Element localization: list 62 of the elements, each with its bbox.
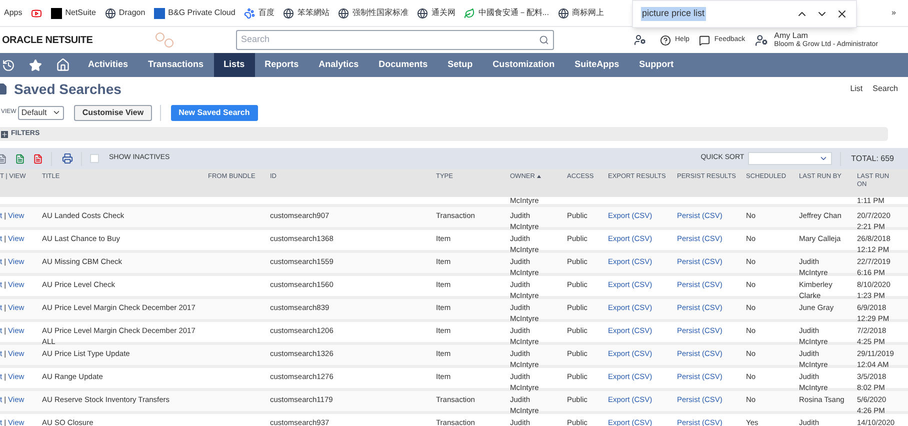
nav-tab[interactable]: Lists	[214, 53, 255, 77]
leaf-icon	[464, 8, 476, 18]
star-icon[interactable]	[29, 58, 42, 72]
recent-icon[interactable]	[2, 58, 15, 72]
more-bookmarks[interactable]: »	[892, 7, 904, 19]
speech-bubble-icon	[699, 34, 710, 46]
bookmark[interactable]: 笨笨網站	[283, 7, 330, 19]
globe-icon	[283, 8, 294, 18]
globe-icon	[338, 8, 350, 18]
search-input[interactable]: Search	[241, 33, 539, 47]
netsuite-logo: ORACLE NETSUITE	[2, 34, 94, 48]
sort-arrow-icon	[536, 175, 541, 178]
globe-icon	[104, 8, 116, 18]
page-link[interactable]: List	[850, 83, 863, 95]
page-link[interactable]: Search	[872, 83, 898, 95]
square-logo-icon	[51, 8, 62, 18]
find-input[interactable]: picture price list	[641, 7, 706, 21]
show-inactives-checkbox[interactable]	[90, 154, 99, 163]
home-icon[interactable]	[56, 58, 70, 72]
spreadsheet-icon[interactable]	[15, 154, 25, 164]
bookmark[interactable]: B&G Private Cloud	[154, 7, 236, 19]
globe-icon	[558, 8, 569, 18]
page-title: Saved Searches	[14, 80, 122, 98]
caret-icon	[819, 154, 828, 163]
view-select[interactable]: Default	[18, 106, 64, 120]
document-icon[interactable]	[0, 154, 7, 164]
bookmark[interactable]: 强制性国家标准	[338, 7, 408, 19]
globe-icon	[417, 8, 428, 18]
nav-tab[interactable]: Reports	[254, 53, 309, 77]
bookmark[interactable]: 通关网	[417, 7, 456, 19]
expand-icon[interactable]	[1, 130, 8, 138]
square-logo-icon	[154, 8, 166, 18]
role-switch-icon[interactable]	[634, 34, 646, 46]
nav-tab[interactable]: Transactions	[138, 53, 214, 77]
user-icon[interactable]	[755, 34, 768, 46]
nav-tab[interactable]: Customization	[482, 53, 565, 77]
nav-tab[interactable]: Setup	[438, 53, 483, 77]
customise-view-button[interactable]: Customise View	[74, 104, 152, 120]
nav-tab[interactable]: Analytics	[308, 53, 369, 77]
bookmark[interactable]	[31, 8, 42, 18]
caret-icon	[52, 108, 62, 117]
bookmark[interactable]: Apps	[4, 7, 22, 19]
nav-tab[interactable]: Documents	[368, 53, 438, 77]
help-icon	[660, 34, 671, 46]
bookmark[interactable]: 百度	[244, 7, 274, 19]
bookmark[interactable]: Dragon	[104, 7, 146, 19]
total-count: TOTAL: 659	[851, 152, 894, 164]
paw-icon	[244, 8, 256, 18]
close-icon[interactable]	[836, 8, 848, 20]
nav-tab[interactable]: Activities	[78, 53, 138, 77]
search-icon[interactable]	[539, 35, 549, 45]
new-saved-search-button[interactable]: New Saved Search	[170, 104, 258, 120]
print-icon[interactable]	[62, 153, 73, 164]
nav-tab[interactable]: Support	[629, 53, 684, 77]
user-name: Amy Lam	[774, 31, 809, 40]
pdf-icon[interactable]	[33, 154, 43, 164]
video-icon	[31, 8, 42, 18]
bookmark[interactable]: 中國食安通－配料...	[464, 7, 549, 19]
bookmark[interactable]: NetSuite	[51, 7, 96, 19]
bookmark[interactable]: 商标网上	[558, 7, 604, 19]
search-field[interactable]: Search	[236, 30, 554, 50]
nav-tab[interactable]: SuiteApps	[564, 53, 630, 77]
